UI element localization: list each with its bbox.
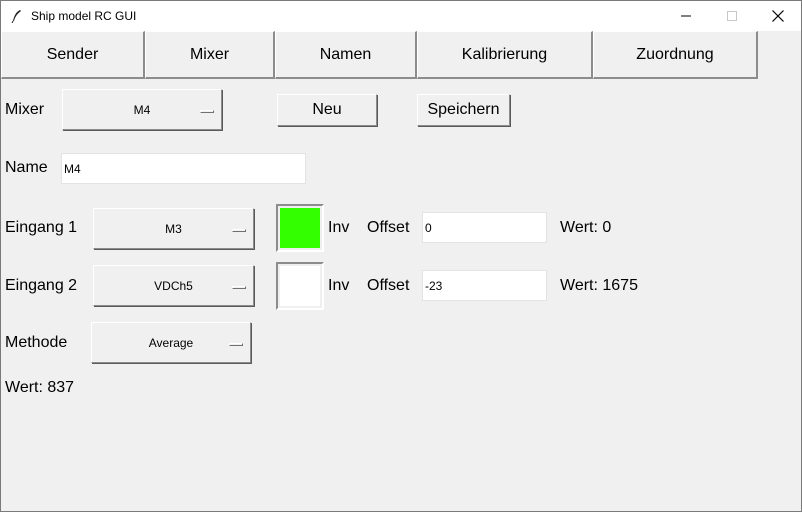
new-button[interactable]: Neu (277, 94, 377, 126)
input2-value: Wert: 1675 (560, 277, 638, 294)
tab-kalibrierung[interactable]: Kalibrierung (417, 31, 593, 79)
input1-select[interactable]: M3 (93, 208, 254, 249)
title-bar[interactable]: Ship model RC GUI (1, 1, 801, 31)
input2-invert-indicator (280, 266, 320, 306)
input1-value: Wert: 0 (560, 219, 612, 236)
close-icon (772, 10, 784, 22)
feather-icon (11, 10, 21, 23)
dropdown-indicator-icon (232, 285, 246, 289)
input2-invert-toggle[interactable] (276, 262, 324, 310)
input2-offset-field[interactable] (422, 270, 547, 301)
app-window: Ship model RC GUI Sender Mixer Namen Kal… (0, 0, 802, 512)
tab-zuordnung[interactable]: Zuordnung (593, 31, 758, 79)
mixer-label: Mixer (5, 101, 45, 118)
tab-sender[interactable]: Sender (1, 31, 145, 79)
dropdown-indicator-icon (229, 342, 243, 346)
method-select[interactable]: Average (91, 322, 251, 363)
input2-offset-label: Offset (367, 277, 410, 294)
result-value: Wert: 837 (5, 379, 75, 396)
close-button[interactable] (755, 1, 801, 31)
name-field[interactable] (61, 153, 306, 184)
input1-select-value: M3 (165, 221, 182, 236)
minimize-icon (681, 15, 691, 17)
dropdown-indicator-icon (232, 228, 246, 232)
input2-select-value: VDCh5 (154, 278, 193, 293)
method-label: Methode (5, 334, 68, 351)
maximize-button[interactable] (709, 1, 755, 31)
window-title: Ship model RC GUI (31, 9, 137, 23)
tab-namen[interactable]: Namen (275, 31, 417, 79)
input1-invert-toggle[interactable] (276, 204, 324, 252)
input1-offset-label: Offset (367, 219, 410, 236)
minimize-button[interactable] (663, 1, 709, 31)
method-select-value: Average (148, 335, 194, 350)
dropdown-indicator-icon (200, 109, 214, 113)
input1-inv-label: Inv (328, 219, 350, 236)
input2-select[interactable]: VDCh5 (93, 265, 254, 306)
maximize-icon (727, 11, 737, 21)
input2-label: Eingang 2 (5, 277, 78, 294)
input1-label: Eingang 1 (5, 219, 78, 236)
mixer-select[interactable]: M4 (62, 89, 222, 130)
input2-inv-label: Inv (328, 277, 350, 294)
save-button[interactable]: Speichern (417, 94, 510, 126)
mixer-select-value: M4 (133, 102, 151, 117)
input1-offset-field[interactable] (422, 212, 547, 243)
name-label: Name (5, 159, 48, 176)
input1-invert-indicator (280, 208, 320, 248)
tab-mixer[interactable]: Mixer (145, 31, 275, 79)
